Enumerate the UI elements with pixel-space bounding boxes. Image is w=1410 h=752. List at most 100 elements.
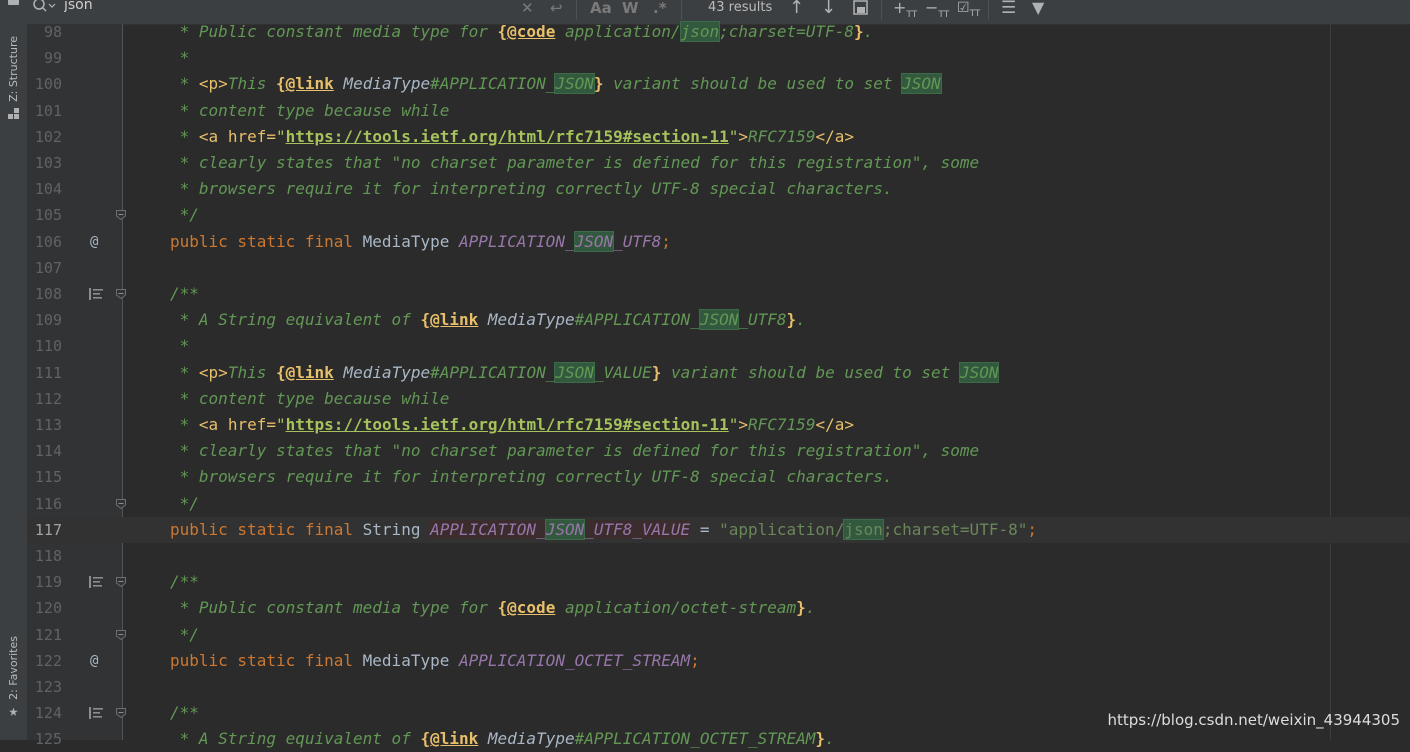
code-line[interactable]: 103 * clearly states that "no charset pa… — [27, 150, 1410, 176]
code-token: * — [170, 48, 190, 68]
code-token: </a> — [815, 126, 854, 146]
line-number: 121 — [34, 625, 62, 644]
fold-marker-icon[interactable] — [116, 708, 126, 719]
code-token: @link — [285, 74, 334, 94]
code-token: @link — [430, 729, 479, 749]
annotation-gutter-icon[interactable]: @ — [90, 648, 98, 674]
words-button[interactable]: W — [622, 0, 639, 20]
code-line[interactable]: 113 * <a href="https://tools.ietf.org/ht… — [27, 412, 1410, 438]
results-count: 43 results — [708, 0, 773, 15]
next-occurrence-icon[interactable]: ↓ — [821, 0, 836, 20]
code-token: ; — [1027, 519, 1037, 539]
code-line[interactable]: 98 * Public constant media type for {@co… — [27, 19, 1410, 45]
line-number: 119 — [34, 573, 62, 592]
structure-tool-tab[interactable]: Z: Structure — [2, 36, 25, 119]
code-token: /** — [170, 572, 199, 592]
code-line[interactable]: 120 * Public constant media type for {@c… — [27, 595, 1410, 621]
select-all-occurrences-icon[interactable] — [853, 0, 869, 16]
code-text: * Public constant media type for {@code … — [170, 595, 816, 621]
code-line[interactable]: 112 * content type because while — [27, 386, 1410, 412]
code-text: */ — [170, 491, 199, 517]
code-line[interactable]: 109 * A String equivalent of {@link Medi… — [27, 307, 1410, 333]
search-match: JSON — [698, 309, 740, 331]
code-token: { — [497, 598, 508, 618]
match-case-button[interactable]: Aa — [590, 0, 612, 20]
code-line[interactable]: 115 * browsers require it for interpreti… — [27, 464, 1410, 490]
code-text: * clearly states that "no charset parame… — [170, 150, 980, 176]
fold-marker-icon[interactable] — [116, 498, 126, 509]
clear-search-icon[interactable]: ✕ — [521, 0, 534, 20]
code-token: } — [593, 74, 604, 94]
fold-marker-icon[interactable] — [116, 629, 126, 640]
watermark: https://blog.csdn.net/weixin_43944305 — [1107, 711, 1400, 729]
code-token: application/octet-stream — [555, 598, 797, 618]
code-line[interactable]: 123 — [27, 674, 1410, 700]
code-line[interactable]: 116 */ — [27, 491, 1410, 517]
code-text: */ — [170, 622, 199, 648]
code-line[interactable]: 105 */ — [27, 202, 1410, 228]
line-number: 117 — [34, 520, 62, 539]
select-all-icon[interactable]: ☑TT — [957, 0, 980, 20]
structure-tab-label: Z: Structure — [7, 36, 20, 102]
code-text: * — [170, 333, 190, 359]
search-match: JSON — [573, 230, 615, 252]
fold-marker-icon[interactable] — [116, 210, 126, 221]
search-match: JSON — [554, 361, 595, 383]
code-line[interactable]: 121 */ — [27, 622, 1410, 648]
code-line[interactable]: 118 — [27, 543, 1410, 569]
code-line[interactable]: 125 * A String equivalent of {@link Medi… — [27, 726, 1410, 752]
code-editor[interactable]: 98 * Public constant media type for {@co… — [27, 21, 1410, 748]
code-token: href= — [227, 415, 276, 434]
line-number: 106 — [34, 232, 62, 251]
code-line[interactable]: 100 * <p>This {@link MediaType#APPLICATI… — [27, 71, 1410, 97]
code-line[interactable]: 110 * — [27, 333, 1410, 359]
code-token: This — [227, 74, 276, 94]
line-number: 108 — [34, 285, 62, 303]
code-token: MediaType — [478, 310, 575, 330]
code-token: /** — [170, 703, 199, 723]
line-number: 125 — [34, 730, 62, 749]
code-token: MediaType — [333, 362, 431, 382]
code-token: </a> — [815, 415, 854, 434]
code-line[interactable]: 99 * — [27, 45, 1410, 71]
render-doc-icon[interactable] — [89, 288, 103, 300]
code-token: public static final — [170, 519, 363, 539]
code-line[interactable]: 108 /** — [27, 281, 1410, 307]
line-number: 116 — [34, 494, 62, 513]
code-token: ; — [661, 231, 671, 251]
code-line[interactable]: 104 * browsers require it for interpreti… — [27, 176, 1410, 202]
filter-options-icon[interactable]: ☰ — [1001, 0, 1016, 20]
render-doc-icon[interactable] — [89, 576, 103, 589]
search-input[interactable] — [64, 0, 504, 15]
remove-occurrence-icon[interactable]: −TT — [925, 0, 949, 20]
add-occurrence-icon[interactable]: +TT — [893, 0, 917, 20]
render-doc-icon[interactable] — [89, 707, 103, 720]
structure-tab-icon-top[interactable] — [2, 0, 25, 5]
line-number: 100 — [34, 75, 62, 94]
code-line[interactable]: 119 /** — [27, 569, 1410, 595]
code-text: /** — [170, 281, 199, 307]
annotation-gutter-icon[interactable]: @ — [90, 229, 98, 255]
filter-icon[interactable]: ▼ — [1032, 0, 1044, 20]
new-line-icon[interactable]: ↩ — [550, 0, 563, 20]
code-line[interactable]: 107 — [27, 255, 1410, 281]
regex-button[interactable]: .* — [653, 0, 667, 20]
code-line[interactable]: 101 * content type because while — [27, 98, 1410, 124]
code-token: _UTF8_VALUE — [584, 519, 691, 539]
code-line[interactable]: 106 @ public static final MediaType APPLIC… — [27, 229, 1410, 255]
code-line[interactable]: 114 * clearly states that "no charset pa… — [27, 438, 1410, 464]
previous-occurrence-icon[interactable]: ↑ — [789, 0, 804, 20]
code-token: * A String equivalent of — [170, 729, 421, 749]
fold-marker-icon[interactable] — [116, 289, 126, 299]
code-line[interactable]: 111 * <p>This {@link MediaType#APPLICATI… — [27, 360, 1410, 386]
search-icon[interactable] — [32, 0, 56, 14]
code-text: * <p>This {@link MediaType#APPLICATION_J… — [170, 360, 1000, 386]
fold-marker-icon[interactable] — [116, 577, 126, 588]
code-text: * <a href="https://tools.ietf.org/html/r… — [170, 124, 854, 150]
code-token: * content type because while — [170, 388, 450, 408]
code-line[interactable]: 117 public static final String APPLICATIO… — [27, 516, 1410, 543]
favorites-tool-tab[interactable]: 2: Favorites ★ — [2, 636, 25, 720]
code-line[interactable]: 102 * <a href="https://tools.ietf.org/ht… — [27, 124, 1410, 150]
code-token: * A String equivalent of — [170, 310, 421, 330]
code-line[interactable]: 122 @ public static final MediaType APPLIC… — [27, 648, 1410, 674]
